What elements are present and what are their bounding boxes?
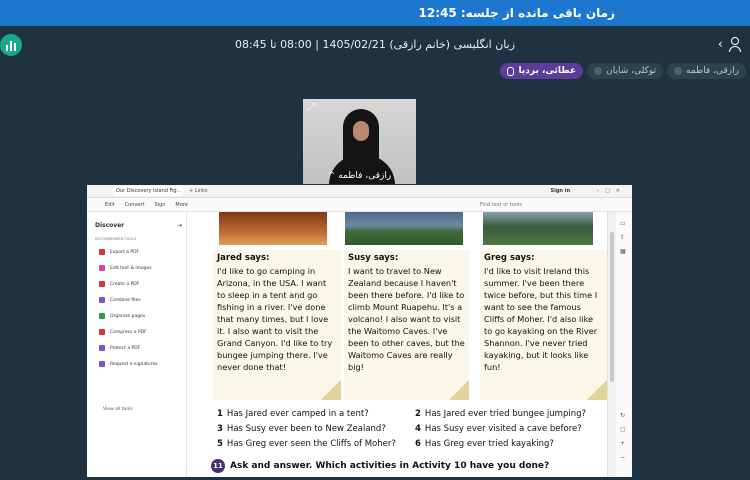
pin-icon[interactable]: ⇥ (177, 222, 182, 229)
participant-chip-active[interactable]: عطائی، بردیا (500, 63, 584, 79)
sidebar-item-export[interactable]: Export a PDF (99, 249, 139, 255)
sidebar-item-organize[interactable]: Organize pages (99, 313, 145, 319)
zoom-out-icon[interactable]: − (620, 454, 625, 461)
question-item: 5 Has Greg ever seen the Cliffs of Moher? (217, 439, 396, 449)
sidebar-section-label: RECOMMENDED TOOLS (95, 237, 137, 241)
grid-icon[interactable]: ▦ (620, 248, 626, 255)
grand-canyon-photo (219, 212, 327, 245)
participants-bar: رازقی، فاطمه توکلی، شایان عطائی، بردیا (500, 63, 746, 79)
susy-note: Susy says: I want to travel to New Zeala… (344, 250, 469, 400)
right-tool-rail: ▭ ⇪ ▦ ↻ ▢ + − (616, 212, 632, 477)
question-item: 2 Has Jared ever tried bungee jumping? (415, 409, 587, 419)
video-participant-name: ^ رازقی، فاطمه (327, 171, 392, 181)
note-text: I'd like to visit Ireland this summer. I… (484, 266, 598, 372)
greg-note: Greg says: I'd like to visit Ireland thi… (480, 250, 607, 400)
note-speaker: Greg says: (484, 253, 535, 263)
session-timer-label: زمان باقی مانده از جلسه: 12:45 (418, 6, 616, 20)
sign-in-button[interactable]: Sign in (551, 188, 570, 194)
teacher-video-tile[interactable]: ⤢ ^ رازقی، فاطمه (303, 99, 416, 184)
pdf-toolbar: Edit Convert Sign More Find text or tool… (87, 198, 632, 212)
new-zealand-photo (345, 212, 463, 245)
expand-icon[interactable]: ⤢ (307, 102, 315, 113)
discover-sidebar: Discover ⇥ RECOMMENDED TOOLS Export a PD… (87, 212, 187, 477)
status-dot-icon (674, 67, 682, 75)
activity-instruction: Ask and answer. Which activities in Acti… (230, 461, 550, 471)
chevron-left-icon: ‹ (718, 37, 723, 51)
window-controls[interactable]: –□✕ (597, 188, 626, 194)
refresh-icon[interactable]: ↻ (620, 412, 625, 419)
sidebar-title: Discover (95, 222, 125, 229)
question-item: 4 Has Susy ever visited a cave before? (415, 424, 582, 434)
activity-11: 11 Ask and answer. Which activities in A… (211, 459, 549, 473)
sidebar-item-combine[interactable]: Combine files (99, 297, 141, 303)
zoom-in-icon[interactable]: + (620, 440, 625, 447)
participant-name: عطائی، بردیا (518, 66, 577, 76)
note-speaker: Susy says: (348, 253, 399, 263)
note-text: I want to travel to New Zealand because … (348, 266, 465, 372)
note-speaker: Jared says: (217, 253, 270, 263)
sidebar-item-edit[interactable]: Edit text & images (99, 265, 152, 271)
share-icon[interactable]: ⇪ (620, 234, 625, 241)
session-timer-bar: زمان باقی مانده از جلسه: 12:45 (0, 0, 750, 26)
toolbar-edit[interactable]: Edit (105, 202, 115, 208)
toolbar-sign[interactable]: Sign (154, 202, 165, 208)
page-fit-icon[interactable]: ▢ (620, 426, 626, 433)
toolbar-convert[interactable]: Convert (125, 202, 145, 208)
toolbar-more[interactable]: More (175, 202, 187, 208)
vertical-scrollbar[interactable] (607, 212, 616, 477)
pdf-page: Jared says: I'd like to go camping in Ar… (187, 212, 607, 477)
sidebar-item-signatures[interactable]: Request e-signatures (99, 361, 158, 367)
question-item: 1 Has Jared ever camped in a tent? (217, 409, 369, 419)
status-dot-icon (594, 67, 603, 75)
note-text: I'd like to go camping in Arizona, in th… (217, 266, 333, 372)
view-all-tools-link[interactable]: View all tools (103, 407, 133, 412)
new-tab-button[interactable]: + Links (189, 188, 208, 194)
microphone-icon (507, 66, 515, 76)
comment-icon[interactable]: ▭ (620, 220, 626, 227)
find-tools-input[interactable]: Find text or tools (480, 202, 522, 208)
participant-name: توکلی، شایان (606, 66, 656, 76)
browser-tab-bar: Our Discovery Island Fig... + Links Sign… (87, 185, 632, 198)
jared-note: Jared says: I'd like to go camping in Ar… (213, 250, 341, 400)
browser-tab[interactable]: Our Discovery Island Fig... (113, 186, 183, 196)
session-info: زبان انگلیسی (خانم رازقی) 1405/02/21 | 0… (234, 38, 516, 51)
ireland-photo (483, 212, 593, 245)
participant-chip[interactable]: رازقی، فاطمه (667, 63, 746, 79)
question-item: 3 Has Susy ever been to New Zealand? (217, 424, 386, 434)
user-menu-icon[interactable]: ‹ (718, 37, 742, 53)
sidebar-item-compress[interactable]: Compress a PDF (99, 329, 147, 335)
sidebar-item-protect[interactable]: Protect a PDF (99, 345, 140, 351)
activity-number-badge: 11 (211, 459, 225, 473)
participant-chip[interactable]: توکلی، شایان (587, 63, 663, 79)
sidebar-item-create[interactable]: Create a PDF (99, 281, 139, 287)
question-item: 6 Has Greg ever tried kayaking? (415, 439, 554, 449)
participant-name: رازقی، فاطمه (686, 66, 739, 76)
shared-screen: Our Discovery Island Fig... + Links Sign… (87, 185, 632, 477)
